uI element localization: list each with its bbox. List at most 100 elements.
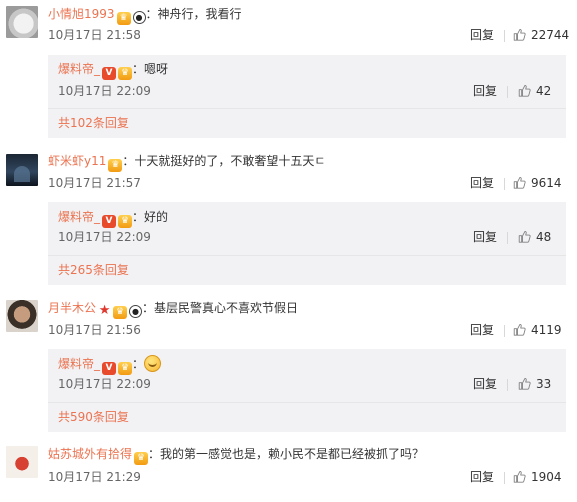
comment-item: 姑苏城外有拾得 ♛ ：我的第一感觉也是，赖小民不是都已经被抓了吗？ 10月17日 2… (0, 438, 577, 502)
comment-line: 月半木公 ★ ♛ ● ：基层民警真心不喜欢节假日 (48, 300, 299, 319)
badge-group: ★ ♛ ● (96, 302, 143, 319)
like-button[interactable]: 33 (518, 377, 551, 391)
comment-time: 10月17日 21:58 (48, 28, 141, 42)
comment-time: 10月17日 21:29 (48, 470, 141, 484)
divider (504, 472, 505, 484)
more-replies-link[interactable]: 共265条回复 (58, 263, 129, 277)
vip-crown-icon[interactable]: ♛ (116, 12, 131, 25)
reply-button[interactable]: 回复 (470, 28, 494, 42)
username-link[interactable]: 爆料帝_ (58, 210, 100, 224)
avatar[interactable] (6, 300, 38, 332)
vip-crown-icon[interactable]: ♛ (108, 159, 123, 172)
like-button[interactable]: 42 (518, 84, 551, 98)
reply-button[interactable]: 回复 (473, 377, 497, 391)
like-button[interactable]: 48 (518, 230, 551, 244)
like-count: 1904 (531, 470, 562, 484)
username-link[interactable]: 爆料帝_ (58, 62, 100, 76)
badge-group: ♛ (106, 155, 123, 172)
reply-box: 爆料帝_ V ♛： 10月17日 22:09 回复 33 共590条回复 (48, 349, 566, 432)
badge-group: V ♛ (100, 63, 133, 80)
divider (507, 379, 508, 391)
like-count: 9614 (531, 176, 562, 190)
reply-text: ：嗯呀 (132, 62, 169, 76)
reply-button[interactable]: 回复 (470, 176, 494, 190)
thumbs-up-icon (513, 323, 526, 336)
avatar[interactable] (6, 154, 38, 186)
thumbs-up-icon (513, 28, 526, 41)
more-replies-link[interactable]: 共102条回复 (58, 116, 129, 130)
thumbs-up-icon (518, 377, 531, 390)
vip-crown-icon[interactable]: ♛ (118, 215, 133, 228)
username-link[interactable]: 虾米虾y11 (48, 154, 106, 168)
verified-v-icon[interactable]: V (102, 215, 117, 228)
comment-text: ：十天就挺好的了，不敢奢望十五天ㄷ (122, 154, 326, 168)
reply-text: ：好的 (132, 210, 169, 224)
username-link[interactable]: 月半木公 (48, 301, 96, 315)
divider (504, 325, 505, 337)
comment-line: 小情旭1993 ♛ ● ：神舟行，我看行 (48, 6, 242, 25)
reply-button[interactable]: 回复 (470, 470, 494, 484)
reply-time: 10月17日 22:09 (58, 230, 151, 244)
divider (504, 30, 505, 42)
verified-v-icon[interactable]: V (102, 67, 117, 80)
like-button[interactable]: 22744 (513, 28, 569, 42)
comment-line: 姑苏城外有拾得 ♛ ：我的第一感觉也是，赖小民不是都已经被抓了吗？ (48, 446, 425, 465)
like-button[interactable]: 1904 (513, 470, 562, 484)
avatar[interactable] (6, 446, 38, 478)
like-count: 22744 (531, 28, 570, 42)
comment-line: 虾米虾y11 ♛ ：十天就挺好的了，不敢奢望十五天ㄷ (48, 153, 326, 172)
username-link[interactable]: 姑苏城外有拾得 (48, 447, 132, 461)
panda-icon[interactable]: ● (129, 305, 143, 318)
vip-crown-icon[interactable]: ♛ (118, 362, 133, 375)
reply-time: 10月17日 22:09 (58, 84, 151, 98)
like-button[interactable]: 9614 (513, 176, 562, 190)
reply-box: 爆料帝_ V ♛ ：嗯呀 10月17日 22:09 回复 42 共102条回复 (48, 55, 566, 138)
divider (48, 402, 566, 403)
reply-line: 爆料帝_ V ♛ ：好的 (58, 209, 168, 228)
comment-text: ：我的第一感觉也是，赖小民不是都已经被抓了吗？ (148, 447, 425, 461)
like-count: 4119 (531, 323, 562, 337)
username-link[interactable]: 爆料帝_ (58, 357, 100, 371)
thumbs-up-icon (518, 230, 531, 243)
reply-button[interactable]: 回复 (473, 230, 497, 244)
thumbs-up-icon (518, 84, 531, 97)
comment-item: 小情旭1993 ♛ ● ：神舟行，我看行 10月17日 21:58 回复 22744 … (0, 0, 577, 140)
vip-crown-icon[interactable]: ♛ (118, 67, 133, 80)
comment-time: 10月17日 21:57 (48, 176, 141, 190)
verified-v-icon[interactable]: V (102, 362, 117, 375)
reply-button[interactable]: 回复 (470, 323, 494, 337)
reply-line: 爆料帝_ V ♛： (58, 355, 162, 375)
username-link[interactable]: 小情旭1993 (48, 7, 115, 21)
thumbs-up-icon (513, 176, 526, 189)
like-button[interactable]: 4119 (513, 323, 562, 337)
avatar[interactable] (6, 6, 38, 38)
thumbs-up-icon (513, 470, 526, 483)
panda-icon[interactable]: ● (132, 11, 146, 24)
divider (507, 232, 508, 244)
comment-item: 虾米虾y11 ♛ ：十天就挺好的了，不敢奢望十五天ㄷ 10月17日 21:57 回复… (0, 148, 577, 294)
smile-emoji-icon (144, 355, 162, 372)
divider (507, 86, 508, 98)
badge-group: V ♛ (100, 211, 133, 228)
more-replies-link[interactable]: 共590条回复 (58, 410, 129, 424)
like-count: 33 (536, 377, 552, 391)
like-count: 42 (536, 84, 552, 98)
comment-text: ：神舟行，我看行 (145, 7, 242, 21)
comment-text: ：基层民警真心不喜欢节假日 (142, 301, 299, 315)
star-icon[interactable]: ★ (98, 304, 111, 317)
badge-group: ♛ (132, 448, 149, 465)
divider (48, 255, 566, 256)
badge-group: ♛ ● (115, 8, 146, 25)
divider (504, 178, 505, 190)
like-count: 48 (536, 230, 552, 244)
reply-text: ： (132, 357, 145, 371)
reply-line: 爆料帝_ V ♛ ：嗯呀 (58, 61, 168, 80)
vip-crown-icon[interactable]: ♛ (134, 452, 149, 465)
comment-time: 10月17日 21:56 (48, 323, 141, 337)
reply-box: 爆料帝_ V ♛ ：好的 10月17日 22:09 回复 48 共265条回复 (48, 202, 566, 285)
vip-crown-icon[interactable]: ♛ (113, 306, 128, 319)
divider (48, 108, 566, 109)
comment-item: 月半木公 ★ ♛ ● ：基层民警真心不喜欢节假日 10月17日 21:56 回复 411… (0, 294, 577, 438)
reply-button[interactable]: 回复 (473, 84, 497, 98)
badge-group: V ♛ (100, 358, 133, 375)
